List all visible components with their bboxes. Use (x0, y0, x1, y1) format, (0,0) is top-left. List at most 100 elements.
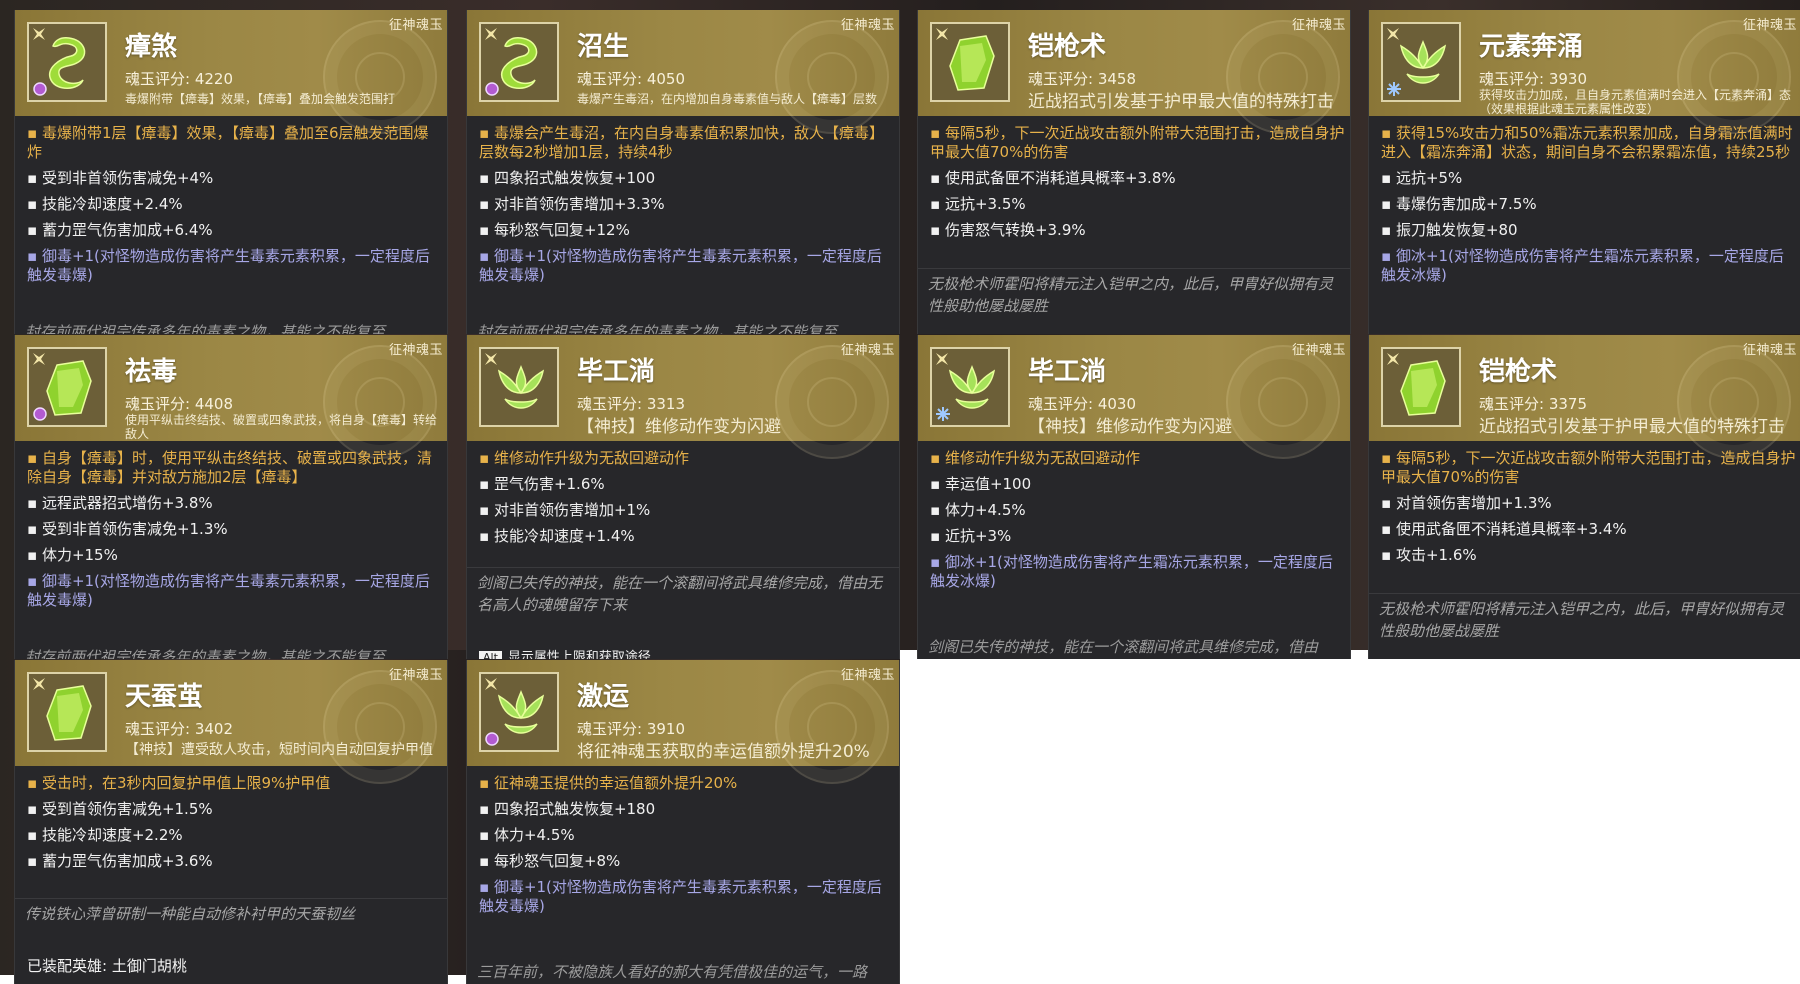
soul-jade-card[interactable]: 征神魂玉 激运 魂玉评分: 3910 将征神魂玉获取的幸运值额外提升20% ▪ … (466, 660, 900, 984)
element-bonus-text: 御毒+1(对怪物造成伤害将产生毒素元素积累，一定程度后触发毒爆) (27, 572, 430, 609)
card-header: 征神魂玉 天蚕茧 魂玉评分: 3402 【神技】遭受敌人攻击，短时间内自动回复护… (15, 660, 447, 784)
element-bonus: ▪ 御毒+1(对怪物造成伤害将产生毒素元素积累，一定程度后触发毒爆) (27, 247, 430, 284)
item-icon-frame (27, 347, 107, 427)
tip-bar: Alt 显示属性上限和获取途径 (479, 646, 889, 659)
stat-line: ▪ 技能冷却速度+1.4% (479, 527, 635, 545)
stat-line: ▪ 远抗+3.5% (930, 195, 1026, 213)
stat-line: ▪ 体力+15% (27, 546, 118, 564)
stat-text: 每秒怒气回复+8% (493, 852, 621, 870)
soul-jade-card[interactable]: 征神魂玉 沼生 魂玉评分: 4050 毒爆产生毒沼，在内增加自身毒素值与敌人【瘴… (466, 10, 900, 334)
category-badge: 征神魂玉 (388, 18, 443, 33)
stat-text: 四象招式触发恢复+180 (493, 800, 656, 818)
main-effect-text: 毒爆附带1层【瘴毒】效果，【瘴毒】叠加至6层触发范围爆炸 (27, 124, 429, 161)
main-effect-text: 毒爆会产生毒沼，在内自身毒素值积累加快，敌人【瘴毒】层数每2秒增加1层，持续4秒 (479, 124, 884, 161)
soul-jade-card[interactable]: 征神魂玉 瘴煞 魂玉评分: 4220 毒爆附带【瘴毒】效果，【瘴毒】叠加会触发范… (14, 10, 448, 334)
soul-jade-card[interactable]: 征神魂玉 祛毒 魂玉评分: 4408 使用平纵击终结技、破置或四象武技，将自身【… (14, 335, 448, 659)
stat-text: 受到首领伤害减免+1.5% (41, 800, 213, 818)
stat-text: 使用武备匣不消耗道具概率+3.4% (1395, 520, 1627, 538)
effect-list: ▪ 获得15%攻击力和50%霜冻元素积累加成，自身霜冻值满时进入【霜冻奔涌】状态… (1381, 124, 1797, 291)
frost-element-icon (1387, 82, 1401, 96)
card-header: 征神魂玉 祛毒 魂玉评分: 4408 使用平纵击终结技、破置或四象武技，将自身【… (15, 335, 447, 459)
stat-text: 蓄力罡气伤害加成+6.4% (41, 221, 213, 239)
serpent-jade-icon (48, 37, 86, 89)
flavor-text: 传说铁心萍曾研制一种能自动修补衬甲的天蚕韧丝 (15, 898, 447, 925)
stat-line: ▪ 受到首领伤害减免+1.5% (27, 800, 213, 818)
stat-line: ▪ 每秒怒气回复+8% (479, 852, 621, 870)
soul-jade-card[interactable]: 征神魂玉 元素奔涌 魂玉评分: 3930 获得攻击力加成，且自身元素值满时会进入… (1368, 10, 1800, 334)
main-effect: ▪ 维修动作升级为无敌回避动作 (479, 449, 689, 467)
flavor-text: 封存前两代祖宗传承多年的毒素之物，甚能之不能复至 (25, 648, 386, 659)
main-effect: ▪ 每隔5秒，下一次近战攻击额外附带大范围打击，造成自身护甲最大值70%的伤害 (930, 124, 1345, 161)
item-name: 沼生 (577, 32, 630, 62)
item-icon-frame (930, 22, 1010, 102)
card-header: 征神魂玉 铠枪术 魂玉评分: 3458 近战招式引发基于护甲最大值的特殊打击 (918, 10, 1350, 134)
flavor-text: 封存前两代祖宗传承多年的毒素之物，甚能之不能复至 (25, 323, 386, 334)
effect-list: ▪ 维修动作升级为无敌回避动作 ▪ 幸运值+100 ▪ 体力+4.5% ▪ 近抗… (930, 449, 1346, 597)
stat-line: ▪ 受到非首领伤害减免+1.3% (27, 520, 228, 538)
item-name: 元素奔涌 (1479, 32, 1584, 62)
soul-jade-card[interactable]: 征神魂玉 铠枪术 魂玉评分: 3458 近战招式引发基于护甲最大值的特殊打击 ▪… (917, 10, 1351, 334)
effect-list: ▪ 自身【瘴毒】时，使用平纵击终结技、破置或四象武技，清除自身【瘴毒】并对敌方施… (27, 449, 443, 616)
flavor-text: 剑阁已失传的神技，能在一个滚翻间将武具维修完成，借由无名高人的魂魄留存下来 (467, 567, 899, 616)
main-effect-text: 每隔5秒，下一次近战攻击额外附带大范围打击，造成自身护甲最大值70%的伤害 (930, 124, 1345, 161)
flavor-text: 无极枪术师霍阳将精元注入铠甲之内，此后，甲胄好似拥有灵性般助他屡战屡胜 (1369, 593, 1800, 642)
header-ornament (775, 670, 889, 784)
header-ornament (323, 20, 437, 134)
category-badge: 征神魂玉 (840, 343, 895, 358)
element-bonus-text: 御冰+1(对怪物造成伤害将产生霜冻元素积累，一定程度后触发冰爆) (930, 553, 1333, 590)
card-header: 征神魂玉 元素奔涌 魂玉评分: 3930 获得攻击力加成，且自身元素值满时会进入… (1369, 10, 1800, 134)
stat-line: ▪ 伤害怒气转换+3.9% (930, 221, 1086, 239)
stat-line: ▪ 远抗+5% (1381, 169, 1463, 187)
item-summary: 毒爆附带【瘴毒】效果，【瘴毒】叠加会触发范围打 (125, 92, 396, 106)
screenshot-collage: 征神魂玉 瘴煞 魂玉评分: 4220 毒爆附带【瘴毒】效果，【瘴毒】叠加会触发范… (0, 0, 1800, 984)
item-name: 天蚕茧 (125, 682, 204, 712)
stat-line: ▪ 蓄力罡气伤害加成+3.6% (27, 852, 213, 870)
item-icon-frame (930, 347, 1010, 427)
category-badge: 征神魂玉 (840, 668, 895, 683)
item-score: 魂玉评分: 4408 (125, 395, 233, 413)
soul-jade-card[interactable]: 征神魂玉 铠枪术 魂玉评分: 3375 近战招式引发基于护甲最大值的特殊打击 ▪… (1368, 335, 1800, 659)
item-score: 魂玉评分: 4030 (1028, 395, 1136, 413)
armor-jade-icon (46, 685, 92, 741)
soul-jade-card[interactable]: 征神魂玉 毕工淌 魂玉评分: 4030 【神技】维修动作变为闪避 ▪ 维修动作升… (917, 335, 1351, 659)
soul-jade-card[interactable]: 征神魂玉 天蚕茧 魂玉评分: 3402 【神技】遭受敌人攻击，短时间内自动回复护… (14, 660, 448, 984)
flavor-text: 三百年前，不被隐族人看好的郝大有凭借极佳的运气，一路 (477, 963, 868, 981)
header-ornament (1226, 345, 1340, 459)
card-header: 征神魂玉 瘴煞 魂玉评分: 4220 毒爆附带【瘴毒】效果，【瘴毒】叠加会触发范… (15, 10, 447, 134)
armor-jade-icon (46, 360, 92, 416)
stat-line: ▪ 受到非首领伤害减免+4% (27, 169, 214, 187)
equipped-hero: 已装配英雄: 土御门胡桃 (27, 957, 187, 975)
poison-element-icon (485, 732, 499, 746)
stat-text: 四象招式触发恢复+100 (493, 169, 656, 187)
main-effect-text: 维修动作升级为无敌回避动作 (944, 449, 1140, 467)
item-summary: 【神技】维修动作变为闪避 (1028, 417, 1232, 437)
lotus-jade-icon (1399, 39, 1447, 84)
stat-line: ▪ 对非首领伤害增加+3.3% (479, 195, 665, 213)
stat-text: 近抗+3% (944, 527, 1012, 545)
effect-list: ▪ 每隔5秒，下一次近战攻击额外附带大范围打击，造成自身护甲最大值70%的伤害 … (930, 124, 1346, 247)
effect-list: ▪ 每隔5秒，下一次近战攻击额外附带大范围打击，造成自身护甲最大值70%的伤害 … (1381, 449, 1797, 572)
card-header: 征神魂玉 毕工淌 魂玉评分: 3313 【神技】维修动作变为闪避 (467, 335, 899, 459)
header-ornament (775, 20, 889, 134)
item-score: 魂玉评分: 3910 (577, 720, 685, 738)
stat-text: 振刀触发恢复+80 (1395, 221, 1518, 239)
item-name: 毕工淌 (1028, 357, 1107, 387)
header-ornament (323, 670, 437, 784)
stat-text: 攻击+1.6% (1395, 546, 1477, 564)
serpent-jade-icon (500, 37, 538, 89)
item-icon-frame (1381, 347, 1461, 427)
poison-element-icon (33, 407, 47, 421)
flavor-text: 无极枪术师霍阳将精元注入铠甲之内，此后，甲胄好似拥有灵性般助他屡战屡胜 (918, 268, 1350, 317)
main-effect: ▪ 维修动作升级为无敌回避动作 (930, 449, 1140, 467)
stat-text: 对非首领伤害增加+1% (493, 501, 651, 519)
armor-jade-icon (949, 35, 995, 91)
category-badge: 征神魂玉 (388, 668, 443, 683)
category-badge: 征神魂玉 (1742, 343, 1797, 358)
effect-list: ▪ 受击时，在3秒内回复护甲值上限9%护甲值 ▪ 受到首领伤害减免+1.5% ▪… (27, 774, 443, 878)
stat-line: ▪ 技能冷却速度+2.4% (27, 195, 183, 213)
item-summary: 近战招式引发基于护甲最大值的特殊打击 (1028, 92, 1334, 112)
item-name: 激运 (577, 682, 630, 712)
stat-line: ▪ 远程武器招式增伤+3.8% (27, 494, 213, 512)
soul-jade-card[interactable]: 征神魂玉 毕工淌 魂玉评分: 3313 【神技】维修动作变为闪避 ▪ 维修动作升… (466, 335, 900, 659)
card-header: 征神魂玉 沼生 魂玉评分: 4050 毒爆产生毒沼，在内增加自身毒素值与敌人【瘴… (467, 10, 899, 134)
